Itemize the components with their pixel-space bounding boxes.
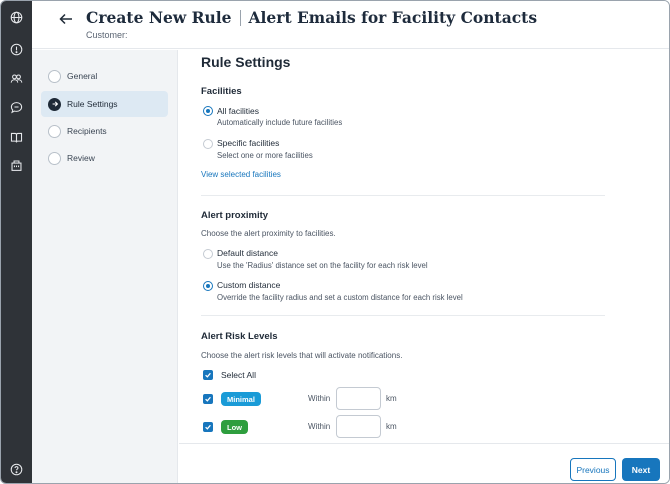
minimal-checkbox[interactable] bbox=[203, 394, 213, 404]
section-divider bbox=[201, 195, 605, 196]
customer-label: Customer: bbox=[86, 30, 128, 40]
arrow-right-icon bbox=[48, 97, 61, 111]
low-distance-input[interactable] bbox=[336, 415, 381, 438]
custom-distance-help: Override the facility radius and set a c… bbox=[217, 293, 463, 302]
all-facilities-label: All facilities bbox=[217, 106, 260, 116]
radio-custom-distance[interactable] bbox=[203, 281, 213, 291]
step-label: Recipients bbox=[67, 126, 107, 136]
step-recipients[interactable]: Recipients bbox=[41, 118, 168, 144]
back-arrow-icon[interactable] bbox=[58, 11, 74, 27]
risk-badge-minimal: Minimal bbox=[221, 392, 261, 406]
app-window: Create New Rule Alert Emails for Facilit… bbox=[0, 0, 670, 484]
radio-all-facilities[interactable] bbox=[203, 106, 213, 116]
default-distance-help: Use the 'Radius' distance set on the fac… bbox=[217, 261, 428, 270]
step-status-icon bbox=[48, 124, 61, 138]
select-all-label: Select All bbox=[221, 370, 256, 380]
info-icon[interactable] bbox=[8, 41, 24, 57]
title-divider bbox=[239, 9, 241, 26]
step-label: General bbox=[67, 71, 98, 81]
default-distance-label: Default distance bbox=[217, 248, 278, 258]
previous-button[interactable]: Previous bbox=[570, 458, 616, 481]
people-icon[interactable] bbox=[8, 70, 24, 86]
page-title-sub: Alert Emails for Facility Contacts bbox=[248, 8, 538, 27]
radio-default-distance[interactable] bbox=[203, 249, 213, 259]
view-selected-facilities-link[interactable]: View selected facilities bbox=[201, 170, 281, 179]
custom-distance-label: Custom distance bbox=[217, 280, 281, 290]
wizard-steps: General Rule Settings Recipients Review bbox=[32, 50, 178, 483]
step-label: Review bbox=[67, 153, 95, 163]
radio-specific-facilities[interactable] bbox=[203, 139, 213, 149]
facilities-heading: Facilities bbox=[201, 86, 242, 97]
proximity-description: Choose the alert proximity to facilities… bbox=[201, 229, 336, 238]
specific-facilities-help: Select one or more facilities bbox=[217, 151, 313, 160]
minimal-distance-input[interactable] bbox=[336, 387, 381, 410]
step-status-icon bbox=[48, 151, 61, 165]
next-button[interactable]: Next bbox=[622, 458, 660, 481]
section-title: Rule Settings bbox=[201, 54, 291, 70]
step-rule-settings[interactable]: Rule Settings bbox=[41, 91, 168, 117]
within-label: Within bbox=[308, 394, 331, 403]
section-divider bbox=[201, 315, 605, 316]
step-general[interactable]: General bbox=[41, 63, 168, 89]
book-icon[interactable] bbox=[8, 129, 24, 145]
globe-icon[interactable] bbox=[8, 9, 24, 25]
step-status-icon bbox=[48, 69, 61, 83]
km-unit: km bbox=[386, 394, 397, 403]
chat-icon[interactable] bbox=[8, 99, 24, 115]
risk-badge-low: Low bbox=[221, 420, 248, 434]
building-icon[interactable] bbox=[8, 157, 24, 173]
page-title-main: Create New Rule bbox=[86, 8, 232, 27]
km-unit: km bbox=[386, 422, 397, 431]
select-all-checkbox[interactable] bbox=[203, 370, 213, 380]
within-label: Within bbox=[308, 422, 331, 431]
risk-levels-description: Choose the alert risk levels that will a… bbox=[201, 351, 403, 360]
help-icon[interactable] bbox=[8, 461, 24, 477]
rule-settings-form: Rule Settings Facilities All facilities … bbox=[179, 50, 669, 443]
wizard-footer: Previous Next bbox=[179, 443, 669, 483]
all-facilities-help: Automatically include future facilities bbox=[217, 118, 343, 127]
left-rail bbox=[1, 1, 32, 483]
page-title: Create New Rule Alert Emails for Facilit… bbox=[86, 8, 537, 27]
low-checkbox[interactable] bbox=[203, 422, 213, 432]
specific-facilities-label: Specific facilities bbox=[217, 138, 280, 148]
step-review[interactable]: Review bbox=[41, 145, 168, 171]
proximity-heading: Alert proximity bbox=[201, 210, 269, 221]
page-header: Create New Rule Alert Emails for Facilit… bbox=[32, 1, 669, 49]
risk-levels-heading: Alert Risk Levels bbox=[201, 331, 278, 342]
step-label: Rule Settings bbox=[67, 99, 118, 109]
